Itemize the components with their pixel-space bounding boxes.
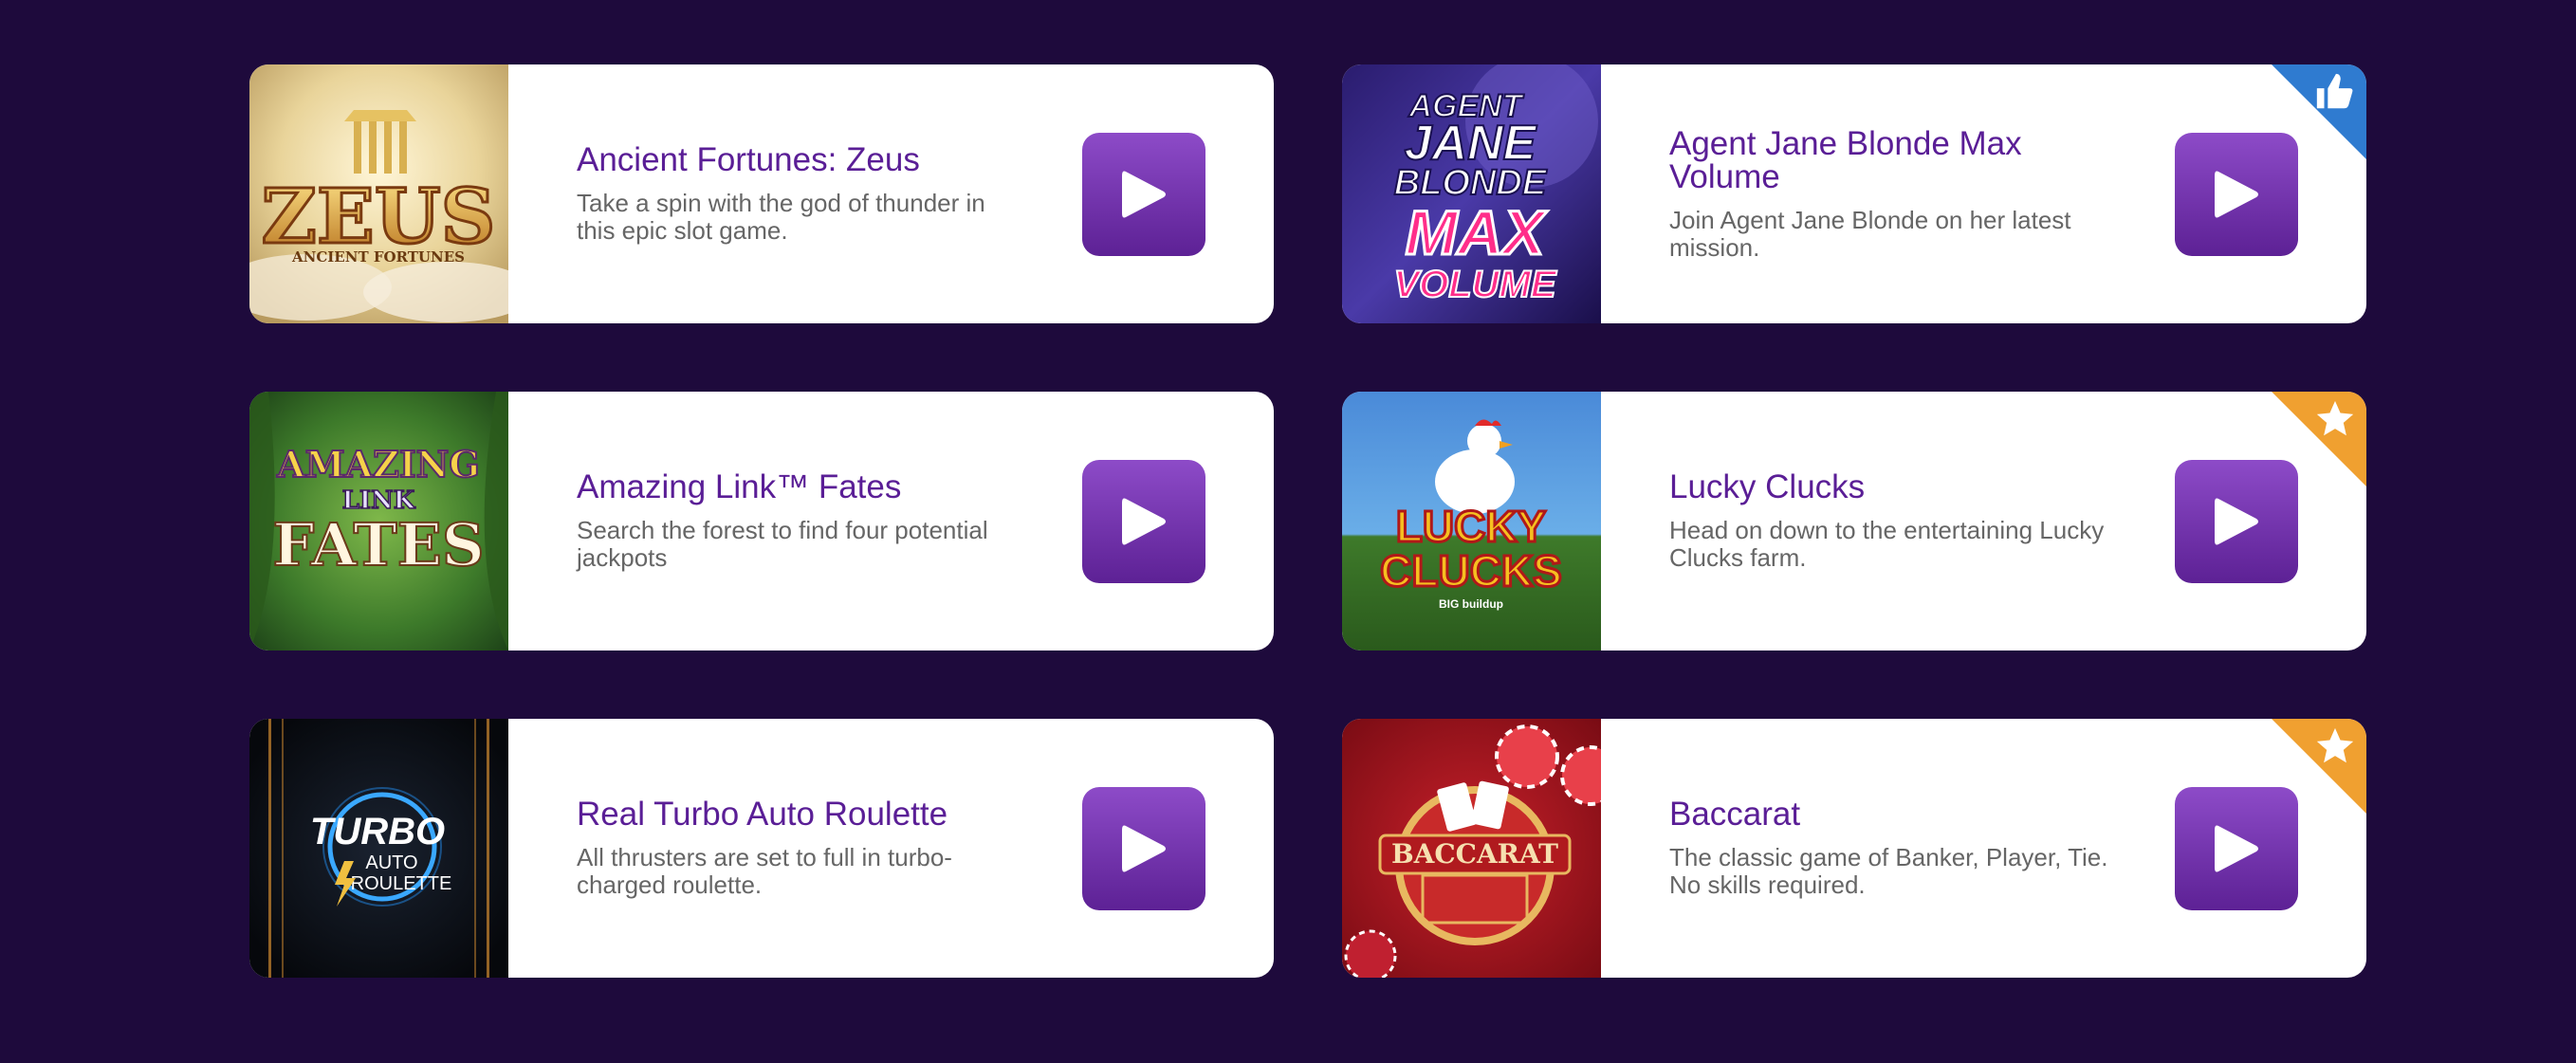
game-thumbnail-zeus[interactable]: ZEUS ANCIENT FORTUNES <box>249 64 508 323</box>
game-card-zeus[interactable]: ZEUS ANCIENT FORTUNES Ancient Fortunes: … <box>249 64 1274 323</box>
play-icon <box>2215 498 2258 545</box>
thumb-text-baccarat: BACCARAT <box>1391 838 1558 870</box>
thumb-text-clucks: CLUCKS <box>1380 546 1562 596</box>
game-thumbnail-turbo-roulette[interactable]: TURBO AUTO ROULETTE <box>249 719 508 978</box>
game-info: Lucky Clucks Head on down to the enterta… <box>1601 470 2153 572</box>
game-title[interactable]: Amazing Link™ Fates <box>577 470 1022 504</box>
game-description: Head on down to the entertaining Lucky C… <box>1669 516 2105 572</box>
thumbs-up-icon <box>2316 73 2353 109</box>
star-icon <box>2316 727 2354 763</box>
play-icon <box>1122 825 1166 872</box>
play-button[interactable] <box>1082 460 1205 583</box>
thumb-text-max: MAX <box>1406 197 1549 267</box>
game-info: Baccarat The classic game of Banker, Pla… <box>1601 797 2153 899</box>
game-title[interactable]: Baccarat <box>1669 797 2115 831</box>
game-title[interactable]: Agent Jane Blonde Max Volume <box>1669 127 2115 193</box>
game-thumbnail-amazing-link-fates[interactable]: AMAZING LINK FATES <box>249 392 508 651</box>
thumb-subtitle-zeus: ANCIENT FORTUNES <box>291 248 465 266</box>
play-icon <box>1122 171 1166 218</box>
game-description: The classic game of Banker, Player, Tie.… <box>1669 843 2108 899</box>
star-icon <box>2316 400 2354 436</box>
game-grid: ZEUS ANCIENT FORTUNES Ancient Fortunes: … <box>249 64 2366 978</box>
game-thumbnail-lucky-clucks[interactable]: LUCKY CLUCKS BIG buildup <box>1342 392 1601 651</box>
game-card-amazing-link-fates[interactable]: AMAZING LINK FATES Amazing Link™ Fates S… <box>249 392 1274 651</box>
thumb-text-fates: FATES <box>272 510 484 579</box>
game-title[interactable]: Ancient Fortunes: Zeus <box>577 143 1022 176</box>
game-description: Search the forest to find four potential… <box>577 516 988 572</box>
thumb-text-turbo: TURBO <box>310 811 445 852</box>
play-button[interactable] <box>1082 787 1205 910</box>
game-thumbnail-baccarat[interactable]: BACCARAT <box>1342 719 1601 978</box>
game-info: Amazing Link™ Fates Search the forest to… <box>508 470 1060 572</box>
thumb-text-lucky: LUCKY <box>1396 502 1546 551</box>
game-description: All thrusters are set to full in turbo-c… <box>577 843 952 899</box>
game-description: Take a spin with the god of thunder in t… <box>577 189 985 245</box>
game-title[interactable]: Real Turbo Auto Roulette <box>577 797 1022 831</box>
thumb-text-auto: AUTO <box>365 852 417 873</box>
game-card-baccarat[interactable]: BACCARAT Baccarat The classic game of Ba… <box>1342 719 2366 978</box>
game-description: Join Agent Jane Blonde on her latest mis… <box>1669 205 2071 262</box>
play-icon <box>2215 171 2258 218</box>
game-title[interactable]: Lucky Clucks <box>1669 470 2115 504</box>
thumb-text-amazing: AMAZING <box>276 443 480 486</box>
game-card-lucky-clucks[interactable]: LUCKY CLUCKS BIG buildup Lucky Clucks He… <box>1342 392 2366 651</box>
game-card-turbo-roulette[interactable]: TURBO AUTO ROULETTE Real Turbo Auto Roul… <box>249 719 1274 978</box>
play-button[interactable] <box>1082 133 1205 256</box>
game-info: Ancient Fortunes: Zeus Take a spin with … <box>508 143 1060 245</box>
play-icon <box>1122 498 1166 545</box>
play-icon <box>2215 825 2258 872</box>
game-info: Real Turbo Auto Roulette All thrusters a… <box>508 797 1060 899</box>
thumb-text-big-buildup: BIG buildup <box>1439 597 1503 611</box>
game-info: Agent Jane Blonde Max Volume Join Agent … <box>1601 127 2153 262</box>
game-thumbnail-agent-jane-blonde[interactable]: AGENT JANE BLONDE MAX VOLUME <box>1342 64 1601 323</box>
thumb-text-roulette: ROULETTE <box>351 873 452 894</box>
thumb-text-volume: VOLUME <box>1393 264 1556 305</box>
game-card-agent-jane-blonde[interactable]: AGENT JANE BLONDE MAX VOLUME Agent Jane … <box>1342 64 2366 323</box>
thumb-title-zeus: ZEUS <box>262 172 496 261</box>
